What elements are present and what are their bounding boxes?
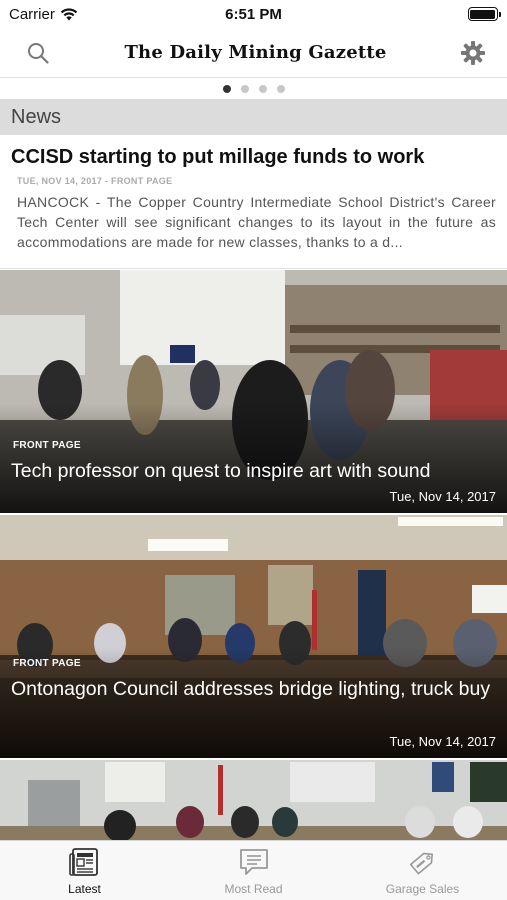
search-button[interactable] <box>22 37 54 69</box>
sale-tag-icon <box>409 852 433 875</box>
page-dot[interactable] <box>240 85 249 93</box>
page-dot[interactable] <box>222 85 231 93</box>
tab-latest[interactable]: Latest <box>0 841 169 900</box>
image-article-card[interactable]: FRONT PAGE Ontonagon Council addresses b… <box>0 515 507 758</box>
nav-bar: The Daily Mining Gazette <box>0 28 507 78</box>
tab-garage-sales[interactable]: Garage Sales <box>338 841 507 900</box>
tab-label: Latest <box>68 882 101 896</box>
page-indicator[interactable] <box>0 80 507 98</box>
settings-button[interactable] <box>457 37 489 69</box>
article-excerpt: HANCOCK - The Copper Country Intermediat… <box>17 194 496 250</box>
article-photo <box>0 760 507 840</box>
page-dot[interactable] <box>276 85 285 93</box>
article-section-label: FRONT PAGE <box>13 440 81 451</box>
article-date: Tue, Nov 14, 2017 <box>389 489 496 504</box>
tab-label: Garage Sales <box>385 882 460 896</box>
article-section-label: FRONT PAGE <box>13 658 81 669</box>
tab-bar: Latest Most Read Garage Sales <box>0 840 507 900</box>
article-headline[interactable]: Tech professor on quest to inspire art w… <box>11 458 503 484</box>
masthead-title: The Daily Mining Gazette <box>124 42 387 63</box>
article-headline[interactable]: CCISD starting to put millage funds to w… <box>11 146 496 169</box>
tab-most-read[interactable]: Most Read <box>169 841 338 900</box>
status-right <box>358 7 501 21</box>
page-dot[interactable] <box>258 85 267 93</box>
image-article-card[interactable]: FRONT PAGE Tech professor on quest to in… <box>0 270 507 513</box>
section-title: News <box>11 105 62 128</box>
battery-icon <box>467 7 501 21</box>
carrier-label: Carrier <box>9 5 55 23</box>
lead-article[interactable]: CCISD starting to put millage funds to w… <box>0 135 507 269</box>
status-left: Carrier <box>9 6 149 23</box>
article-date: Tue, Nov 14, 2017 <box>389 734 496 749</box>
search-icon <box>28 42 49 64</box>
newspaper-icon <box>68 848 98 876</box>
gear-icon <box>461 40 485 65</box>
status-time: 6:51 PM <box>225 5 282 23</box>
tab-label: Most Read <box>224 882 283 896</box>
article-meta: Tue, Nov 14, 2017 - FRONT PAGE <box>17 176 173 186</box>
wifi-icon <box>60 7 78 20</box>
chat-bubble-icon <box>239 849 268 875</box>
image-article-card[interactable] <box>0 760 507 840</box>
section-header: News <box>0 99 507 135</box>
status-bar: Carrier 6:51 PM <box>0 0 507 28</box>
article-headline[interactable]: Ontonagon Council addresses bridge light… <box>11 676 503 702</box>
